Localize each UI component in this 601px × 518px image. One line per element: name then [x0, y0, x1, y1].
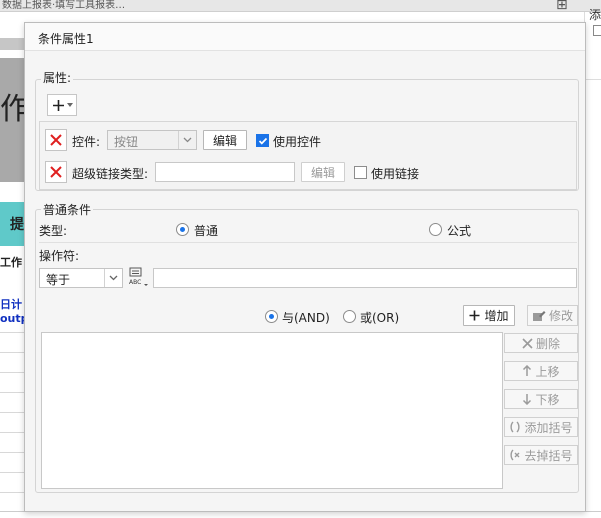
- attributes-legend: 属性:: [41, 69, 74, 86]
- close-icon: [50, 166, 62, 178]
- remove-bracket-icon: [509, 449, 521, 461]
- right-panel-tab[interactable]: 添: [589, 6, 601, 23]
- remove-control-attribute-button[interactable]: [45, 129, 67, 151]
- remove-hyperlink-attribute-button[interactable]: [45, 161, 67, 183]
- edit-hyperlink-button[interactable]: 编辑: [301, 162, 345, 182]
- delete-condition-label: 删除: [535, 336, 560, 351]
- type-separator: [39, 242, 577, 243]
- remove-bracket-label: 去掉括号: [524, 448, 573, 463]
- svg-text:ABC: ABC: [129, 279, 141, 286]
- common-condition-legend: 普通条件: [41, 201, 94, 218]
- logic-or-label: 或(OR): [360, 311, 400, 325]
- sheet-row-line: [0, 392, 24, 393]
- type-normal-radio[interactable]: [176, 223, 189, 236]
- modify-condition-button[interactable]: 修改: [527, 305, 578, 326]
- sheet-row-line: [0, 412, 24, 413]
- background-tab-title[interactable]: 数据上报表·填写工具报表…: [2, 0, 125, 11]
- close-icon: [522, 337, 533, 349]
- sheet-teal-text: 提: [10, 217, 24, 233]
- remove-bracket-button[interactable]: 去掉括号: [504, 445, 578, 465]
- move-up-button[interactable]: 上移: [504, 361, 578, 381]
- hyperlink-type-input[interactable]: [155, 162, 295, 182]
- use-control-checkbox[interactable]: [256, 134, 269, 147]
- abc-formula-icon[interactable]: ABC: [128, 267, 150, 289]
- chevron-down-icon: [66, 103, 73, 107]
- right-panel-checkbox[interactable]: [593, 25, 601, 36]
- add-bracket-button[interactable]: 添加括号: [504, 417, 578, 437]
- logic-and-label: 与(AND): [282, 311, 330, 325]
- chevron-down-icon: [178, 131, 196, 149]
- background-right-panel: 添: [584, 8, 601, 518]
- condition-properties-dialog: 条件属性1 属性: 控件: 按钮 编辑 使用控件 超级链接类型: 编辑 使用链接…: [24, 22, 586, 512]
- background-report-sheet: 作 提 工作 日计 outp: [0, 12, 30, 518]
- sheet-row-line: [0, 452, 24, 453]
- sheet-row-line: [0, 332, 24, 333]
- operator-value-input[interactable]: [153, 268, 577, 288]
- dialog-title: 条件属性1: [38, 32, 94, 46]
- add-condition-button[interactable]: 增加: [463, 305, 515, 326]
- close-icon: [50, 134, 62, 146]
- logic-and-radio[interactable]: [265, 310, 278, 323]
- sheet-row-line: [0, 352, 24, 353]
- logic-or-radio[interactable]: [343, 310, 356, 323]
- operator-select[interactable]: 等于: [39, 268, 123, 288]
- sheet-row-line: [0, 372, 24, 373]
- type-normal-label: 普通: [194, 224, 219, 238]
- chevron-down-icon: [104, 269, 122, 287]
- hyperlink-type-label: 超级链接类型:: [72, 167, 149, 181]
- sheet-row-line: [0, 492, 24, 493]
- move-up-label: 上移: [535, 364, 560, 379]
- right-panel-row: [585, 40, 601, 80]
- operator-label: 操作符:: [39, 249, 80, 263]
- use-link-label: 使用链接: [371, 167, 420, 181]
- grid-icon[interactable]: ⊞: [556, 0, 568, 13]
- delete-condition-button[interactable]: 删除: [504, 333, 578, 353]
- add-attribute-button[interactable]: [47, 94, 77, 116]
- sheet-label: 工作: [0, 256, 22, 269]
- operator-value: 等于: [46, 273, 71, 287]
- sheet-row-line: [0, 432, 24, 433]
- background-bottom-grid: [0, 511, 601, 518]
- arrow-up-icon: [522, 365, 532, 377]
- add-bracket-label: 添加括号: [524, 420, 573, 435]
- add-condition-label: 增加: [484, 309, 509, 323]
- control-label: 控件:: [72, 135, 101, 149]
- use-link-checkbox[interactable]: [354, 166, 367, 179]
- dialog-title-bar[interactable]: 条件属性1: [25, 23, 585, 51]
- modify-condition-label: 修改: [548, 309, 573, 323]
- plus-icon: [52, 99, 65, 112]
- checkmark-icon: [258, 136, 268, 146]
- type-formula-label: 公式: [447, 224, 472, 238]
- sheet-link-1[interactable]: 日计: [0, 296, 22, 312]
- control-type-value: 按钮: [114, 135, 139, 149]
- use-control-label: 使用控件: [273, 135, 322, 149]
- edit-control-button[interactable]: 编辑: [203, 130, 247, 150]
- condition-list[interactable]: [41, 332, 503, 489]
- type-label: 类型:: [39, 224, 68, 238]
- sheet-row-line: [0, 472, 24, 473]
- sheet-band: [0, 38, 24, 50]
- bracket-icon: [509, 421, 521, 433]
- type-formula-radio[interactable]: [429, 223, 442, 236]
- background-tab-bar: 数据上报表·填写工具报表… ⊞: [0, 0, 601, 13]
- move-down-label: 下移: [535, 392, 560, 407]
- sheet-teal-cell: 提: [0, 202, 24, 246]
- modify-icon: [532, 310, 546, 322]
- arrow-down-icon: [522, 393, 532, 405]
- control-type-select[interactable]: 按钮: [107, 130, 197, 150]
- move-down-button[interactable]: 下移: [504, 389, 578, 409]
- plus-icon: [469, 310, 480, 321]
